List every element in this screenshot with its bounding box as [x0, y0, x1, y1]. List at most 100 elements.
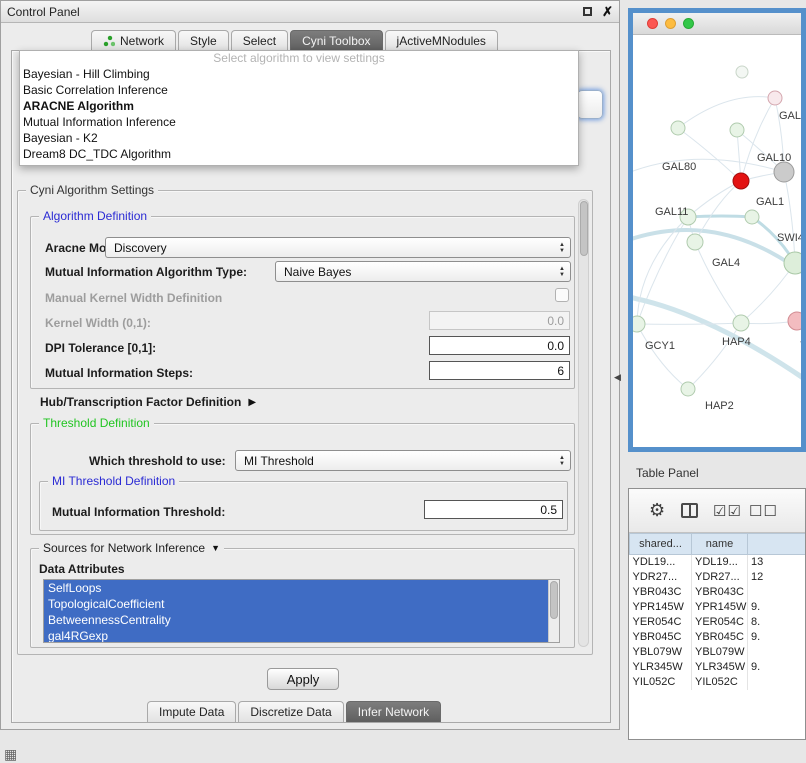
table-row[interactable]: YBR045CYBR045C9. [630, 630, 806, 645]
collapse-down-icon[interactable]: ▼ [211, 543, 220, 553]
attribute-item[interactable]: TopologicalCoefficient [44, 596, 548, 612]
mi-type-select[interactable]: Naive Bayes ▲▼ [275, 261, 571, 282]
close-icon[interactable]: ✗ [602, 4, 613, 20]
network-window-titlebar[interactable] [633, 13, 801, 35]
network-edge[interactable] [688, 323, 741, 389]
network-node[interactable] [784, 252, 801, 274]
network-node[interactable] [733, 173, 749, 189]
column-header[interactable] [748, 534, 806, 555]
table-row[interactable]: YPR145WYPR145W9. [630, 600, 806, 615]
column-header[interactable]: shared... [630, 534, 692, 555]
algorithm-option[interactable]: Dream8 DC_TDC Algorithm [20, 146, 578, 162]
table-cell[interactable]: YER054C [630, 615, 692, 630]
table-cell[interactable]: 13 [748, 555, 806, 570]
table-cell[interactable]: YBL079W [630, 645, 692, 660]
settings-scrollbar-thumb[interactable] [580, 201, 588, 256]
table-cell[interactable]: 9. [748, 600, 806, 615]
hub-definition-expander[interactable]: Hub/Transcription Factor Definition ▶ [40, 394, 256, 410]
bottom-tab-impute-data[interactable]: Impute Data [147, 701, 236, 722]
network-edge[interactable] [678, 128, 741, 181]
table-cell[interactable]: 8. [748, 615, 806, 630]
select-all-columns-icon[interactable]: ☑☑ [713, 502, 742, 520]
table-cell[interactable]: YBR045C [692, 630, 748, 645]
table-cell[interactable]: YPR145W [630, 600, 692, 615]
table-cell[interactable]: YDL19... [630, 555, 692, 570]
settings-scrollbar[interactable] [578, 199, 589, 647]
network-edge[interactable] [637, 324, 688, 389]
network-edge[interactable] [688, 181, 741, 217]
network-node[interactable] [774, 162, 794, 182]
algorithm-option[interactable]: Mutual Information Inference [20, 114, 578, 130]
deselect-all-columns-icon[interactable]: ☐☐ [749, 502, 778, 520]
algorithm-combo-fragment[interactable] [577, 90, 603, 119]
network-edge[interactable] [695, 242, 741, 323]
table-cell[interactable]: YER054C [692, 615, 748, 630]
apply-button[interactable]: Apply [267, 668, 339, 690]
network-node[interactable] [633, 316, 645, 332]
table-cell[interactable]: YPR145W [692, 600, 748, 615]
network-node[interactable] [671, 121, 685, 135]
zoom-traffic-light[interactable] [683, 18, 694, 29]
algorithm-option[interactable]: ARACNE Algorithm [20, 98, 578, 114]
table-row[interactable]: YDR27...YDR27...12 [630, 570, 806, 585]
network-svg[interactable]: GALGAL80GAL10GAL11GAL1SWI4GAL4GCY1HAP4YH… [633, 35, 801, 447]
table-row[interactable]: YBL079WYBL079W [630, 645, 806, 660]
network-edge[interactable] [688, 216, 752, 217]
manual-kernel-checkbox[interactable] [555, 288, 569, 302]
network-edge[interactable] [637, 323, 741, 324]
bottom-tab-infer-network[interactable]: Infer Network [346, 701, 441, 722]
network-edge[interactable] [741, 263, 795, 323]
table-cell[interactable]: YDR27... [630, 570, 692, 585]
table-cell[interactable]: 9. [748, 660, 806, 675]
table-cell[interactable]: YIL052C [630, 675, 692, 690]
float-window-icon[interactable] [583, 7, 592, 16]
attribute-item[interactable]: BetweennessCentrality [44, 612, 548, 628]
table-cell[interactable]: YBR043C [630, 585, 692, 600]
dpi-tolerance-input[interactable] [429, 336, 570, 355]
table-cell[interactable] [748, 675, 806, 690]
table-row[interactable]: YDL19...YDL19...13 [630, 555, 806, 570]
aracne-mode-select[interactable]: Discovery ▲▼ [105, 237, 571, 258]
table-cell[interactable]: YBR045C [630, 630, 692, 645]
network-view-window[interactable]: GALGAL80GAL10GAL11GAL1SWI4GAL4GCY1HAP4YH… [628, 8, 806, 452]
close-traffic-light[interactable] [647, 18, 658, 29]
table-cell[interactable]: YDR27... [692, 570, 748, 585]
mi-steps-input[interactable] [429, 361, 570, 380]
data-attributes-list[interactable]: SelfLoopsTopologicalCoefficientBetweenne… [43, 579, 560, 643]
table-cell[interactable] [748, 585, 806, 600]
attribute-item[interactable]: gal4RGexp [44, 628, 548, 643]
attributes-scrollbar-thumb[interactable] [550, 581, 558, 619]
network-node[interactable] [745, 210, 759, 224]
table-cell[interactable]: 12 [748, 570, 806, 585]
table-row[interactable]: YBR043CYBR043C [630, 585, 806, 600]
network-node[interactable] [733, 315, 749, 331]
table-cell[interactable]: YLR345W [630, 660, 692, 675]
algorithm-option[interactable]: Bayesian - K2 [20, 130, 578, 146]
columns-icon[interactable] [681, 503, 698, 518]
table-row[interactable]: YIL052CYIL052C [630, 675, 806, 690]
network-edge[interactable] [678, 97, 775, 128]
gear-icon[interactable]: ⚙ [649, 500, 665, 521]
table-cell[interactable]: YBR043C [692, 585, 748, 600]
bottom-tab-discretize-data[interactable]: Discretize Data [238, 701, 343, 722]
network-edge[interactable] [633, 297, 801, 380]
kernel-width-input[interactable] [429, 311, 570, 330]
which-threshold-select[interactable]: MI Threshold ▲▼ [235, 450, 571, 471]
network-node[interactable] [736, 66, 748, 78]
splitter-collapse-icon[interactable]: ◀ [614, 372, 621, 383]
tab-select[interactable]: Select [231, 30, 288, 51]
table-cell[interactable]: YIL052C [692, 675, 748, 690]
control-panel-titlebar[interactable]: Control Panel ✗ [1, 1, 619, 23]
algorithm-option[interactable]: Basic Correlation Inference [20, 82, 578, 98]
network-node[interactable] [730, 123, 744, 137]
tab-network[interactable]: Network [91, 30, 176, 51]
tab-jactivemnodules[interactable]: jActiveMNodules [385, 30, 498, 51]
table-cell[interactable]: 9. [748, 630, 806, 645]
table-cell[interactable]: YBL079W [692, 645, 748, 660]
minimize-traffic-light[interactable] [665, 18, 676, 29]
attributes-scrollbar[interactable] [548, 580, 559, 642]
tab-style[interactable]: Style [178, 30, 229, 51]
status-grid-icon[interactable]: ▦ [4, 746, 17, 763]
expand-right-icon[interactable]: ▶ [248, 397, 256, 408]
network-node[interactable] [687, 234, 703, 250]
